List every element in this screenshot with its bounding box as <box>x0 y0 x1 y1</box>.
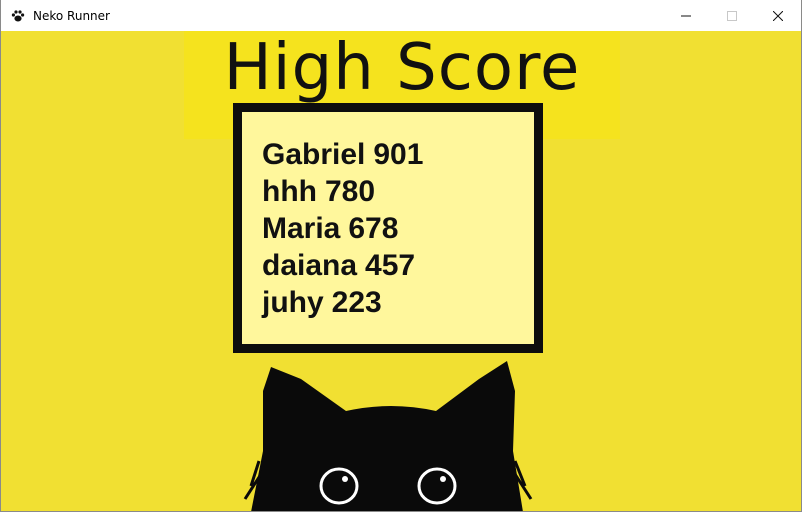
app-window: Neko Runner High Score Gabriel 901 hhh 780… <box>0 0 802 512</box>
score-board: Gabriel 901 hhh 780 Maria 678 daiana 457 juh… <box>233 103 543 353</box>
cat-left-eye <box>319 467 359 505</box>
score-entry: daiana 457 <box>262 247 423 284</box>
score-entry: Maria 678 <box>262 210 423 247</box>
maximize-button[interactable] <box>709 0 755 31</box>
player-score: 457 <box>365 249 416 282</box>
close-icon <box>773 10 783 21</box>
close-button[interactable] <box>755 0 801 31</box>
player-score: 780 <box>324 175 376 208</box>
player-score: 678 <box>348 212 399 245</box>
minimize-icon <box>681 15 691 16</box>
player-name: juhy <box>262 286 324 319</box>
player-name: daiana <box>262 249 358 282</box>
player-score: 901 <box>373 138 424 171</box>
minimize-button[interactable] <box>663 0 709 31</box>
score-list: Gabriel 901 hhh 780 Maria 678 daiana 457 juh… <box>262 136 423 321</box>
window-controls <box>663 0 801 31</box>
player-name: Gabriel <box>262 138 366 171</box>
player-name: Maria <box>262 212 341 245</box>
maximize-icon <box>727 10 737 21</box>
player-name: hhh <box>262 175 317 208</box>
game-canvas[interactable]: High Score Gabriel 901 hhh 780 Maria 678 da… <box>1 31 801 511</box>
cat-right-eye <box>417 467 457 505</box>
player-score: 223 <box>331 286 382 319</box>
score-entry: hhh 780 <box>262 173 423 210</box>
high-score-heading: High Score <box>223 31 581 105</box>
paw-icon <box>10 8 26 24</box>
score-entry: Gabriel 901 <box>262 136 423 173</box>
window-title: Neko Runner <box>33 8 110 23</box>
title-bar[interactable]: Neko Runner <box>1 0 801 31</box>
score-entry: juhy 223 <box>262 284 423 321</box>
